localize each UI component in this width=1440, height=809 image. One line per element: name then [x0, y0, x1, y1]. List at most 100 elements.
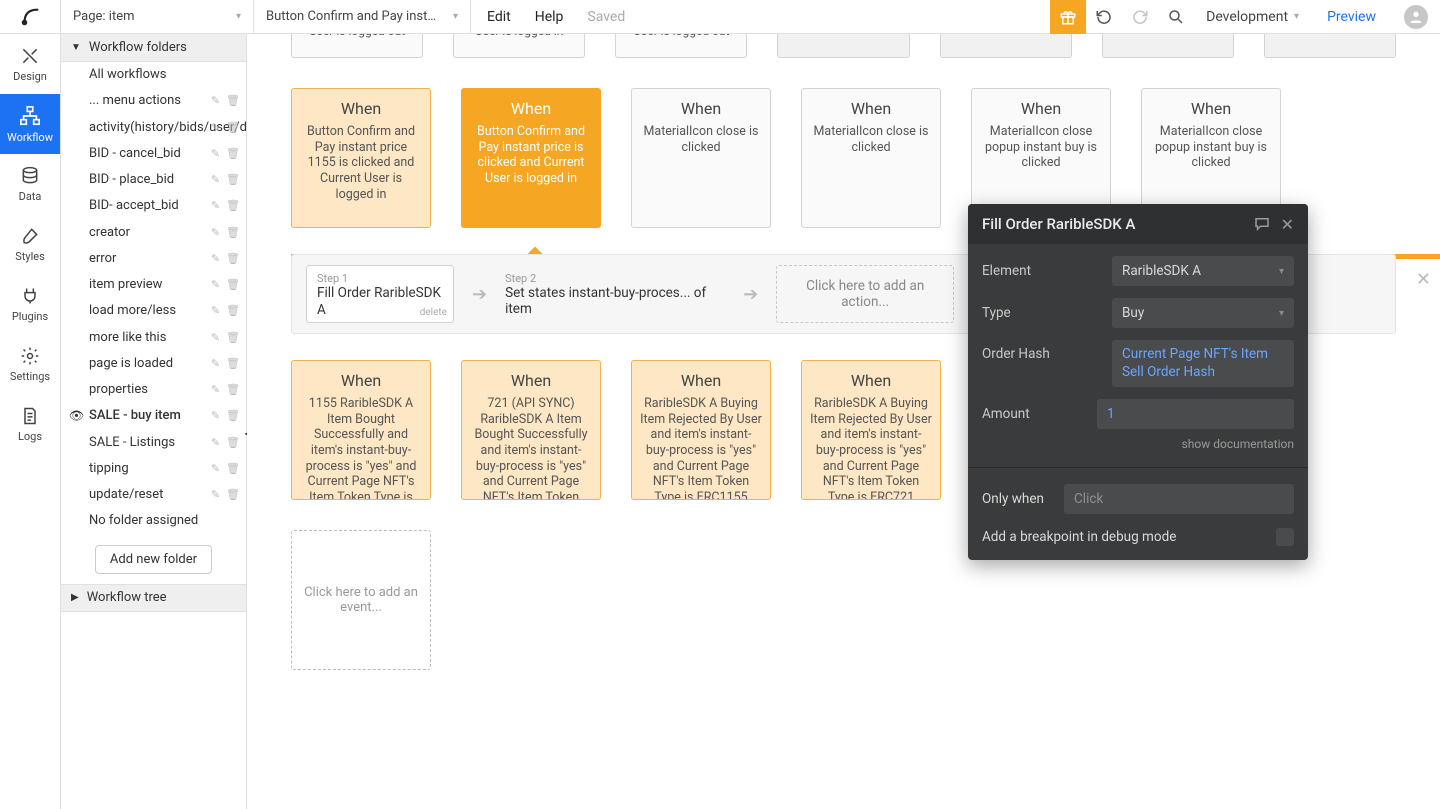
- pencil-icon[interactable]: ✎: [211, 410, 220, 424]
- pencil-icon[interactable]: ✎: [211, 226, 220, 240]
- folder-item[interactable]: tipping✎🗑: [61, 456, 246, 482]
- pencil-icon[interactable]: ✎: [211, 200, 220, 214]
- trash-icon[interactable]: 🗑: [226, 436, 240, 450]
- trash-icon[interactable]: 🗑: [226, 278, 240, 292]
- panel-header[interactable]: Fill Order RaribleSDK A ✕: [968, 204, 1308, 244]
- trash-icon[interactable]: 🗑: [226, 226, 240, 240]
- add-folder-button[interactable]: Add new folder: [95, 545, 212, 574]
- redo-button[interactable]: [1122, 0, 1158, 34]
- step-2[interactable]: Step 2 Set states instant-buy-proces... …: [505, 272, 725, 317]
- trash-icon[interactable]: 🗑: [226, 488, 240, 502]
- folder-all-workflows[interactable]: All workflows: [61, 62, 246, 88]
- pencil-icon[interactable]: ✎: [211, 147, 220, 161]
- search-button[interactable]: [1158, 0, 1194, 34]
- pencil-icon[interactable]: ✎: [211, 173, 220, 187]
- event-card[interactable]: [777, 34, 909, 58]
- folder-item[interactable]: more like this✎🗑: [61, 325, 246, 351]
- folder-item[interactable]: item preview✎🗑: [61, 272, 246, 298]
- gift-button[interactable]: [1050, 0, 1086, 34]
- trash-icon[interactable]: 🗑: [226, 462, 240, 476]
- trash-icon[interactable]: 🗑: [226, 383, 240, 397]
- folder-item[interactable]: ... menu actions✎🗑: [61, 88, 246, 114]
- comment-icon[interactable]: [1253, 215, 1271, 233]
- folder-item[interactable]: 👁SALE - buy item✎🗑: [61, 403, 246, 429]
- pencil-icon[interactable]: ✎: [211, 121, 220, 135]
- event-card[interactable]: When721 (API SYNC) RaribleSDK A Item Bou…: [461, 360, 601, 500]
- trash-icon[interactable]: 🗑: [226, 173, 240, 187]
- event-card[interactable]: WhenMaterialIcon close is clicked: [801, 88, 941, 228]
- pencil-icon[interactable]: ✎: [211, 252, 220, 266]
- event-card[interactable]: WhenRaribleSDK A Buying Item Rejected By…: [801, 360, 941, 500]
- pencil-icon[interactable]: ✎: [211, 305, 220, 319]
- add-event-button[interactable]: Click here to add an event...: [291, 530, 431, 670]
- close-icon[interactable]: ✕: [1281, 215, 1294, 234]
- nav-settings[interactable]: Settings: [0, 334, 60, 394]
- only-when-input[interactable]: [1064, 484, 1294, 514]
- nav-workflow[interactable]: Workflow: [0, 94, 60, 154]
- folder-item[interactable]: creator✎🗑: [61, 220, 246, 246]
- amount-input[interactable]: [1097, 399, 1294, 429]
- order-hash-expression[interactable]: Current Page NFT's Item Sell Order Hash: [1112, 340, 1294, 387]
- folder-item[interactable]: properties✎🗑: [61, 377, 246, 403]
- folder-item[interactable]: error✎🗑: [61, 246, 246, 272]
- pencil-icon[interactable]: ✎: [211, 331, 220, 345]
- user-avatar[interactable]: [1404, 5, 1428, 29]
- trash-icon[interactable]: 🗑: [226, 305, 240, 319]
- nav-styles[interactable]: Styles: [0, 214, 60, 274]
- pencil-icon[interactable]: ✎: [211, 383, 220, 397]
- pencil-icon[interactable]: ✎: [211, 357, 220, 371]
- trash-icon[interactable]: 🗑: [226, 121, 240, 135]
- folder-item[interactable]: BID - place_bid✎🗑: [61, 167, 246, 193]
- preview-button[interactable]: Preview: [1311, 9, 1392, 25]
- folder-no-folder[interactable]: No folder assigned: [61, 508, 246, 534]
- event-card[interactable]: WhenButton Confirm and Pay instant price…: [461, 88, 601, 228]
- breakpoint-checkbox[interactable]: [1276, 528, 1294, 546]
- event-card[interactable]: When1155 RaribleSDK A Item Bought Succes…: [291, 360, 431, 500]
- folder-item[interactable]: BID - cancel_bid✎🗑: [61, 141, 246, 167]
- undo-button[interactable]: [1086, 0, 1122, 34]
- nav-logs[interactable]: Logs: [0, 394, 60, 454]
- pencil-icon[interactable]: ✎: [211, 95, 220, 109]
- close-strip-button[interactable]: ✕: [1416, 269, 1431, 290]
- folder-item[interactable]: load more/less✎🗑: [61, 298, 246, 324]
- page-selector[interactable]: Page: item ▾: [61, 0, 254, 33]
- environment-selector[interactable]: Development ▾: [1194, 9, 1311, 25]
- event-card[interactable]: User is logged in: [453, 34, 585, 58]
- menu-help[interactable]: Help: [535, 9, 564, 25]
- pencil-icon[interactable]: ✎: [211, 462, 220, 476]
- event-card[interactable]: WhenRaribleSDK A Buying Item Rejected By…: [631, 360, 771, 500]
- pencil-icon[interactable]: ✎: [211, 278, 220, 292]
- nav-data[interactable]: Data: [0, 154, 60, 214]
- event-card[interactable]: WhenMaterialIcon close is clicked: [631, 88, 771, 228]
- event-card[interactable]: User is logged out: [615, 34, 747, 58]
- folder-item[interactable]: BID- accept_bid✎🗑: [61, 193, 246, 219]
- property-panel[interactable]: Fill Order RaribleSDK A ✕ Element Raribl…: [968, 204, 1308, 560]
- folder-item[interactable]: page is loaded✎🗑: [61, 351, 246, 377]
- tree-header[interactable]: ▶ Workflow tree: [61, 584, 246, 612]
- workflow-breadcrumb-selector[interactable]: Button Confirm and Pay instant ... ▾: [254, 0, 471, 33]
- trash-icon[interactable]: 🗑: [226, 357, 240, 371]
- folder-item[interactable]: SALE - Listings✎🗑: [61, 430, 246, 456]
- folders-header[interactable]: ▼ Workflow folders: [61, 34, 246, 62]
- event-card[interactable]: WhenButton Confirm and Pay instant price…: [291, 88, 431, 228]
- app-logo[interactable]: [0, 0, 61, 33]
- menu-edit[interactable]: Edit: [487, 9, 511, 25]
- trash-icon[interactable]: 🗑: [226, 95, 240, 109]
- pencil-icon[interactable]: ✎: [211, 436, 220, 450]
- event-card[interactable]: [1264, 34, 1396, 58]
- event-card[interactable]: [1102, 34, 1234, 58]
- element-select[interactable]: RaribleSDK A ▾: [1112, 256, 1294, 286]
- trash-icon[interactable]: 🗑: [226, 200, 240, 214]
- nav-plugins[interactable]: Plugins: [0, 274, 60, 334]
- event-card[interactable]: User is logged out: [291, 34, 423, 58]
- folder-item[interactable]: update/reset✎🗑: [61, 482, 246, 508]
- trash-icon[interactable]: 🗑: [226, 252, 240, 266]
- nav-design[interactable]: Design: [0, 34, 60, 94]
- show-documentation-link[interactable]: show documentation: [982, 437, 1294, 451]
- trash-icon[interactable]: 🗑: [226, 410, 240, 424]
- step-1[interactable]: Step 1 Fill Order RaribleSDK A delete: [306, 265, 454, 322]
- folder-item[interactable]: activity(history/bids/user/details)✎🗑: [61, 115, 246, 141]
- step-delete[interactable]: delete: [420, 307, 447, 318]
- event-card[interactable]: [940, 34, 1072, 58]
- type-select[interactable]: Buy ▾: [1112, 298, 1294, 328]
